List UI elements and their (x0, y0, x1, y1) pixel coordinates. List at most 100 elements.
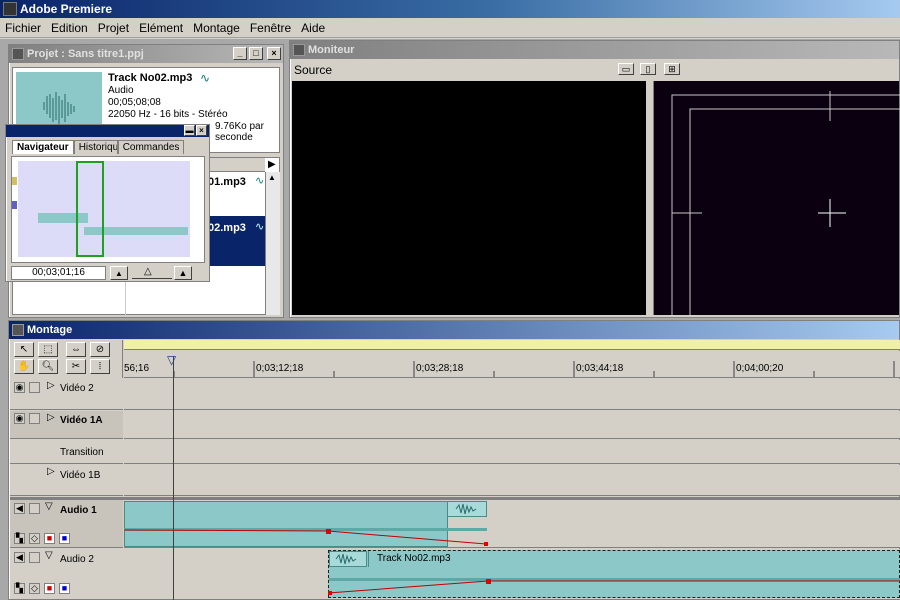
tab-historique[interactable]: Historique (73, 140, 118, 154)
list-scrollbar[interactable]: ▲ (265, 172, 280, 315)
expand-triangle-icon[interactable]: ▷ (47, 466, 55, 477)
minimize-button[interactable]: _ (233, 47, 247, 60)
volume-rubberband-icon[interactable]: ■ (44, 533, 55, 544)
track-header-audio1[interactable]: ◀ ▽ Audio 1 ▚ ◇ ■ ■ (10, 500, 123, 548)
clip-duration: 00;05;08;08 (108, 97, 161, 108)
track-header-video1b[interactable]: ▷ Vidéo 1B (10, 465, 123, 496)
menu-montage[interactable]: Montage (188, 18, 245, 35)
lock-toggle-icon[interactable] (29, 503, 40, 514)
collapse-triangle-icon[interactable]: ▽ (45, 550, 53, 561)
program-screen[interactable] (653, 81, 900, 330)
navigator-timecode[interactable]: 00;03;01;16 (11, 266, 106, 280)
montage-window-icon (12, 324, 24, 336)
in-out-tool-icon[interactable]: ⦙ (90, 359, 110, 374)
monitor-titlebar[interactable]: Moniteur (290, 41, 899, 59)
menu-fichier[interactable]: Fichier (0, 18, 46, 35)
tool-palette: ↖ ⬚ ⇔ ⊘ ✋ 🔍︎ ✂ ⦙ (10, 340, 123, 378)
track-lane-transition[interactable] (124, 440, 900, 464)
trim-view-icon[interactable]: ⊞ (664, 63, 680, 75)
track-header-video2[interactable]: ◉ ▷ Vidéo 2 (10, 379, 123, 410)
scroll-right-arrow-icon[interactable]: ▶ (268, 159, 276, 170)
lock-toggle-icon[interactable] (29, 382, 40, 393)
audio2-volume-line[interactable] (328, 549, 900, 600)
menu-element[interactable]: Elément (134, 18, 188, 35)
list-item-01[interactable]: 01.mp3 (208, 176, 246, 188)
lock-toggle-icon[interactable] (29, 413, 40, 424)
volume-keyframe-handle[interactable] (486, 579, 491, 584)
track-label-video1b: Vidéo 1B (60, 470, 101, 481)
montage-titlebar[interactable]: Montage (9, 321, 899, 339)
navigator-titlebar[interactable]: ▬ × (6, 125, 209, 137)
track-label-video2: Vidéo 2 (60, 383, 94, 394)
navigator-palette: ▬ × NavigateurHistoriqueCommandes 00;03;… (5, 124, 210, 282)
zoom-slider[interactable]: △ (132, 266, 172, 280)
track-label-audio1: Audio 1 (60, 505, 97, 516)
keyframe-diamond-icon[interactable]: ◇ (29, 583, 40, 594)
keyframe-diamond-icon[interactable]: ◇ (29, 533, 40, 544)
clip-rate: 9.76Ko par seconde (215, 121, 264, 143)
keyframe-waveform-icon[interactable]: ▚ (14, 533, 25, 544)
edit-line[interactable] (173, 356, 174, 600)
lock-toggle-icon[interactable] (29, 552, 40, 563)
track-label-transition: Transition (60, 447, 104, 458)
scroll-up-arrow-icon[interactable]: ▲ (268, 173, 276, 182)
zoom-out-button[interactable]: ▲ (110, 266, 128, 280)
zoom-tool-icon[interactable]: 🔍︎ (38, 359, 58, 374)
eye-icon[interactable]: ◉ (14, 413, 25, 424)
single-view-icon[interactable]: ▯ (640, 63, 656, 75)
tab-navigateur[interactable]: Navigateur (12, 140, 74, 154)
ruler-tick-label: 0;03;28;18 (416, 363, 464, 374)
link-tool-icon[interactable]: ⊘ (90, 342, 110, 357)
audio1-volume-line[interactable] (124, 500, 488, 548)
audio-wave-icon: ∿ (255, 175, 265, 187)
expand-triangle-icon[interactable]: ▷ (47, 380, 55, 391)
track-lane-video1a[interactable] (124, 411, 900, 439)
navigator-viewport-frame[interactable] (76, 161, 104, 257)
track-lane-video1b[interactable] (124, 465, 900, 496)
razor-tool-icon[interactable]: ✂ (66, 359, 86, 374)
track-lane-audio2[interactable]: Track No02.mp3 (124, 549, 900, 600)
close-button[interactable]: × (267, 47, 281, 60)
project-titlebar[interactable]: Projet : Sans titre1.ppj _ □ × (9, 45, 283, 63)
source-screen[interactable] (292, 81, 646, 315)
maximize-button[interactable]: □ (249, 47, 263, 60)
pan-rubberband-icon[interactable]: ■ (59, 583, 70, 594)
track-lane-audio1[interactable] (124, 500, 900, 548)
keyframe-waveform-icon[interactable]: ▚ (14, 583, 25, 594)
time-ruler[interactable] (124, 351, 900, 378)
track-select-tool-icon[interactable]: ⇔ (66, 342, 86, 357)
volume-rubberband-icon[interactable]: ■ (44, 583, 55, 594)
speaker-icon[interactable]: ◀ (14, 552, 25, 563)
speaker-icon[interactable]: ◀ (14, 503, 25, 514)
hand-tool-icon[interactable]: ✋ (14, 359, 34, 374)
playhead-marker-icon[interactable]: ▽ (167, 353, 176, 367)
track-header-video1a[interactable]: ◉ ▷ Vidéo 1A (10, 411, 123, 439)
volume-keyframe-handle[interactable] (484, 542, 488, 546)
volume-keyframe-handle[interactable] (328, 591, 332, 595)
menu-projet[interactable]: Projet (93, 18, 134, 35)
ruler-tick-label: 0;03;44;18 (576, 363, 624, 374)
app-title: Adobe Premiere (20, 2, 113, 16)
collapse-triangle-icon[interactable]: ▽ (45, 501, 53, 512)
eye-icon[interactable]: ◉ (14, 382, 25, 393)
zoom-in-button[interactable]: ▲ (174, 266, 192, 280)
montage-title: Montage (27, 324, 73, 336)
tab-commandes[interactable]: Commandes (117, 140, 185, 154)
list-item-02[interactable]: 02.mp3 (208, 222, 246, 234)
range-select-tool-icon[interactable]: ⬚ (38, 342, 58, 357)
pan-rubberband-icon[interactable]: ■ (59, 533, 70, 544)
work-area-bar[interactable] (124, 340, 900, 350)
zoom-slider-thumb-icon[interactable]: △ (144, 266, 152, 277)
dual-view-icon[interactable]: ▭ (618, 63, 634, 75)
clip-type: Audio (108, 85, 134, 96)
palette-close-button[interactable]: × (196, 125, 207, 136)
menu-fenetre[interactable]: Fenêtre (245, 18, 296, 35)
expand-triangle-icon[interactable]: ▷ (47, 412, 55, 423)
track-lane-video2[interactable] (124, 379, 900, 410)
track-header-audio2[interactable]: ◀ ▽ Audio 2 ▚ ◇ ■ ■ (10, 549, 123, 600)
menu-edition[interactable]: Edition (46, 18, 93, 35)
volume-keyframe-handle[interactable] (326, 529, 331, 534)
selection-tool-icon[interactable]: ↖ (14, 342, 34, 357)
palette-menu-button[interactable]: ▬ (184, 125, 195, 136)
menu-aide[interactable]: Aide (296, 18, 330, 35)
